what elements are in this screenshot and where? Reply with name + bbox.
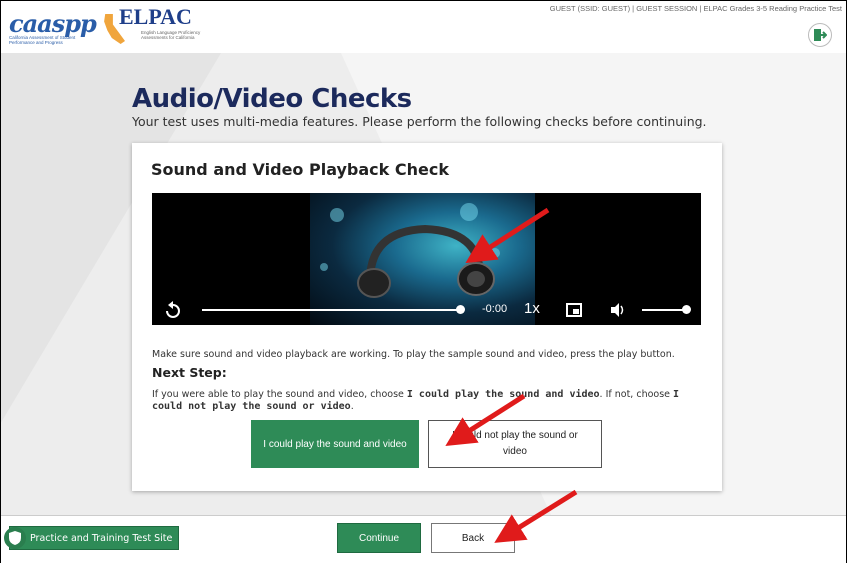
playback-check-card: Sound and Video Playback Check -0:00 1x … [132,143,722,491]
practice-site-badge: Practice and Training Test Site [4,526,180,550]
header: caaspp California Assessment of Student … [1,1,846,53]
elpac-logo-word: ELPAC [119,4,192,29]
headphones-icon [357,224,495,298]
practice-site-label: Practice and Training Test Site [30,532,173,544]
next-step-text: If you were able to play the sound and v… [152,389,680,412]
back-button[interactable]: Back [431,523,515,553]
card-title: Sound and Video Playback Check [151,160,449,179]
volume-icon[interactable] [610,302,626,318]
content-area: Audio/Video Checks Your test uses multi-… [1,53,846,515]
playback-speed-button[interactable]: 1x [524,300,540,317]
page-title: Audio/Video Checks [132,84,412,114]
next-step-label: Next Step: [152,365,227,380]
progress-handle[interactable] [456,305,465,314]
page-subtitle: Your test uses multi-media features. Ple… [132,114,707,129]
progress-bar[interactable] [202,309,462,311]
could-play-button[interactable]: I could play the sound and video [251,420,419,468]
replay-icon[interactable] [165,301,181,319]
elpac-logo: ELPAC English Language Proficiency Asses… [103,4,213,48]
volume-handle[interactable] [682,305,691,314]
could-not-play-button[interactable]: I could not play the sound or video [428,420,602,468]
shield-icon [4,527,26,549]
time-display: -0:00 [482,303,508,315]
logout-icon[interactable] [808,23,832,47]
pip-icon[interactable] [566,303,582,317]
elpac-logo-subtitle: English Language Proficiency Assessments… [141,30,201,40]
footer: Practice and Training Test Site Continue… [1,515,846,563]
caaspp-logo-subtitle: California Assessment of Student Perform… [9,35,76,45]
player-controls: -0:00 1x [152,295,701,325]
volume-slider[interactable] [642,309,686,311]
caaspp-logo-word: caaspp [9,9,97,38]
instruction-text: Make sure sound and video playback are w… [152,349,675,360]
continue-button[interactable]: Continue [337,523,421,553]
session-info: GUEST (SSID: GUEST) | GUEST SESSION | EL… [549,4,842,13]
video-player[interactable]: -0:00 1x [152,193,701,325]
caaspp-logo: caaspp California Assessment of Student … [9,9,97,49]
